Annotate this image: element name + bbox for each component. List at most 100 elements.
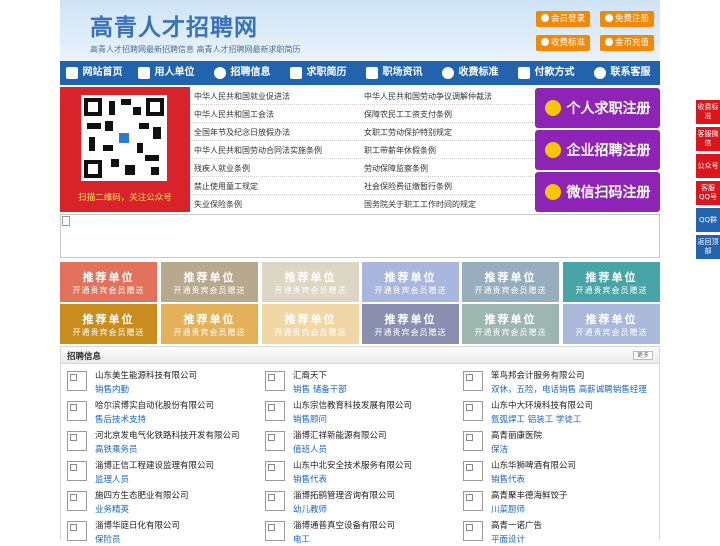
megaphone-icon — [213, 67, 226, 79]
law-link[interactable]: 失业保险条例 — [194, 199, 242, 210]
recommend-tile[interactable]: 推荐单位 开通贵宾会员赠送 — [161, 304, 258, 344]
company-logo — [463, 401, 483, 421]
job-item[interactable]: 高青丽康医院 保洁 — [459, 426, 649, 456]
company-logo — [265, 491, 285, 511]
register-wechat-button[interactable]: 微信扫码注册 — [535, 172, 660, 212]
side-qq-group[interactable]: QQ群 — [696, 208, 720, 232]
nav-pricing[interactable]: 收费标准 — [432, 61, 508, 85]
job-item[interactable]: 哈尔滨博实自动化股份有限公司 售后技术支持 — [63, 396, 253, 426]
job-item[interactable]: 淄博拓鹞管理咨询有限公司 幼儿教师 — [261, 486, 451, 516]
pricing-button[interactable]: 收费标准 — [536, 35, 590, 51]
recommend-tile[interactable]: 推荐单位 开通贵宾会员赠送 — [161, 262, 258, 302]
ad-banner[interactable] — [60, 214, 660, 258]
site-header: 高青人才招聘网 高青人才招聘网最新招聘信息 高青人才招聘网最新求职简历 会员登录… — [60, 0, 660, 61]
nav-employers[interactable]: 用人单位 — [128, 61, 204, 85]
recommend-tile[interactable]: 推荐单位 开通贵宾会员赠送 — [262, 304, 359, 344]
side-pricing[interactable]: 收费标准 — [696, 100, 720, 124]
company-logo — [463, 461, 483, 481]
coin-icon — [604, 38, 613, 46]
job-item[interactable]: 施四方生态肥业有限公司 业务精英 — [63, 486, 253, 516]
law-link[interactable]: 中华人民共和国就业促进法 — [194, 91, 290, 102]
side-wechat-service[interactable]: 客服微信 — [696, 127, 720, 151]
job-item[interactable]: 河北京发电气化铁路科技开发有限公司 高铁乘务员 — [63, 426, 253, 456]
job-item[interactable]: 汇裔天下 销售 储备干部 — [261, 366, 451, 396]
job-item[interactable]: 山东宗信教育科技发展有限公司 销售顾问 — [261, 396, 451, 426]
side-back-to-top[interactable]: 返回顶部 — [696, 235, 720, 259]
recommend-tile[interactable]: 推荐单位 开通贵宾会员赠送 — [362, 262, 459, 302]
nav-news[interactable]: 职场资讯 — [356, 61, 432, 85]
job-item[interactable]: 淄博通普真空设备有限公司 电工 — [261, 516, 451, 546]
recommend-tile[interactable]: 推荐单位 开通贵宾会员赠送 — [462, 304, 559, 344]
law-link[interactable]: 保障农民工工资支付条例 — [364, 109, 452, 120]
law-link[interactable]: 劳动保障监察条例 — [364, 163, 428, 174]
register-button[interactable]: 免费注册 — [600, 11, 654, 27]
side-official-account[interactable]: 公众号 — [696, 154, 720, 178]
site-subtitle: 高青人才招聘网最新招聘信息 高青人才招聘网最新求职简历 — [90, 45, 301, 54]
company-logo — [463, 521, 483, 541]
job-item[interactable]: 高青聚丰德海鲜饺子 川菜厨师 — [459, 486, 649, 516]
recommend-tile[interactable]: 推荐单位 开通贵宾会员赠送 — [563, 262, 660, 302]
recommend-tile[interactable]: 推荐单位 开通贵宾会员赠送 — [362, 304, 459, 344]
qr-caption: 扫描二维码，关注公众号 — [78, 193, 172, 203]
nav-contact[interactable]: 联系客服 — [584, 61, 660, 85]
company-logo — [67, 431, 87, 451]
law-link[interactable]: 中华人民共和国劳动争议调解仲裁法 — [364, 91, 492, 102]
login-button[interactable]: 会员登录 — [536, 11, 590, 27]
company-logo — [463, 431, 483, 451]
job-item[interactable]: 淄博汇祥新能源有限公司 值班人员 — [261, 426, 451, 456]
wechat-icon — [544, 184, 561, 200]
company-logo — [67, 401, 87, 421]
nav-home[interactable]: 网站首页 — [60, 61, 128, 85]
law-link[interactable]: 禁止使用童工规定 — [194, 181, 258, 192]
job-item[interactable]: 淄博正信工程建设监理有限公司 监理人员 — [63, 456, 253, 486]
recommend-tile[interactable]: 推荐单位 开通贵宾会员赠送 — [563, 304, 660, 344]
company-logo — [67, 491, 87, 511]
nav-jobs[interactable]: 招聘信息 — [204, 61, 280, 85]
recommend-tile[interactable]: 推荐单位 开通贵宾会员赠送 — [262, 262, 359, 302]
company-logo — [67, 461, 87, 481]
qr-panel: 扫描二维码，关注公众号 — [60, 87, 190, 212]
law-link[interactable]: 中华人民共和国劳动合同法实施条例 — [194, 145, 322, 156]
register-employer-button[interactable]: 企业招聘注册 — [535, 130, 660, 170]
company-logo — [463, 371, 483, 391]
yen-icon — [540, 38, 549, 46]
company-logo — [265, 461, 285, 481]
building-icon — [137, 67, 150, 79]
law-link[interactable]: 职工带薪年休假条例 — [364, 145, 436, 156]
law-link[interactable]: 国务院关于职工工作时间的规定 — [364, 199, 476, 210]
more-button[interactable]: 更多 — [633, 351, 653, 360]
company-icon — [544, 142, 561, 158]
recommend-tile[interactable]: 推荐单位 开通贵宾会员赠送 — [60, 304, 157, 344]
job-item[interactable]: 淄博华庭日化有限公司 保险员 — [63, 516, 253, 546]
law-link[interactable]: 残疾人就业条例 — [194, 163, 250, 174]
job-item[interactable]: 山东中北安全技术服务有限公司 销售代表 — [261, 456, 451, 486]
law-link[interactable]: 社会保险费征缴暂行条例 — [364, 181, 452, 192]
nav-resumes[interactable]: 求职简历 — [280, 61, 356, 85]
pricing-icon — [441, 67, 454, 79]
side-qq-service[interactable]: 客服QQ号 — [696, 181, 720, 205]
job-item[interactable]: 笨鸟邦会计服务有限公司 双休，五险，电话销售 高薪诚聘销售经理 — [459, 366, 649, 396]
law-link[interactable]: 全国年节及纪念日放假办法 — [194, 127, 290, 138]
recommend-tile[interactable]: 推荐单位 开通贵宾会员赠送 — [60, 262, 157, 302]
main-nav: 网站首页 用人单位 招聘信息 求职简历 职场资讯 收费标准 付款方式 联系客服 — [60, 61, 660, 85]
job-list: 山东美生能源科技有限公司 销售内勤 汇裔天下 销售 储备干部 笨鸟邦会计服务有限公司… — [60, 364, 660, 545]
company-logo — [265, 521, 285, 541]
jobs-title: 招聘信息 — [67, 352, 102, 362]
home-icon — [65, 67, 78, 79]
company-logo — [265, 371, 285, 391]
recommend-tile[interactable]: 推荐单位 开通贵宾会员赠送 — [462, 262, 559, 302]
job-item[interactable]: 山东美生能源科技有限公司 销售内勤 — [63, 366, 253, 396]
resume-icon — [289, 67, 302, 79]
phone-icon — [593, 67, 606, 79]
qr-code — [81, 95, 167, 181]
site-title[interactable]: 高青人才招聘网 — [90, 8, 258, 42]
recharge-button[interactable]: 金币充值 — [600, 35, 654, 51]
job-item[interactable]: 山东中大环境科技有限公司 氩弧焊工 铝装工 学徒工 — [459, 396, 649, 426]
job-item[interactable]: 山东华狮啤酒有限公司 销售代表 — [459, 456, 649, 486]
register-jobseeker-button[interactable]: 个人求职注册 — [535, 88, 660, 128]
law-link[interactable]: 女职工劳动保护特别规定 — [364, 127, 452, 138]
job-item[interactable]: 高青一诺广告 平面设计 — [459, 516, 649, 546]
user-plus-icon — [604, 14, 613, 22]
nav-payment[interactable]: 付款方式 — [508, 61, 584, 85]
law-link[interactable]: 中华人民共和国工会法 — [194, 109, 274, 120]
